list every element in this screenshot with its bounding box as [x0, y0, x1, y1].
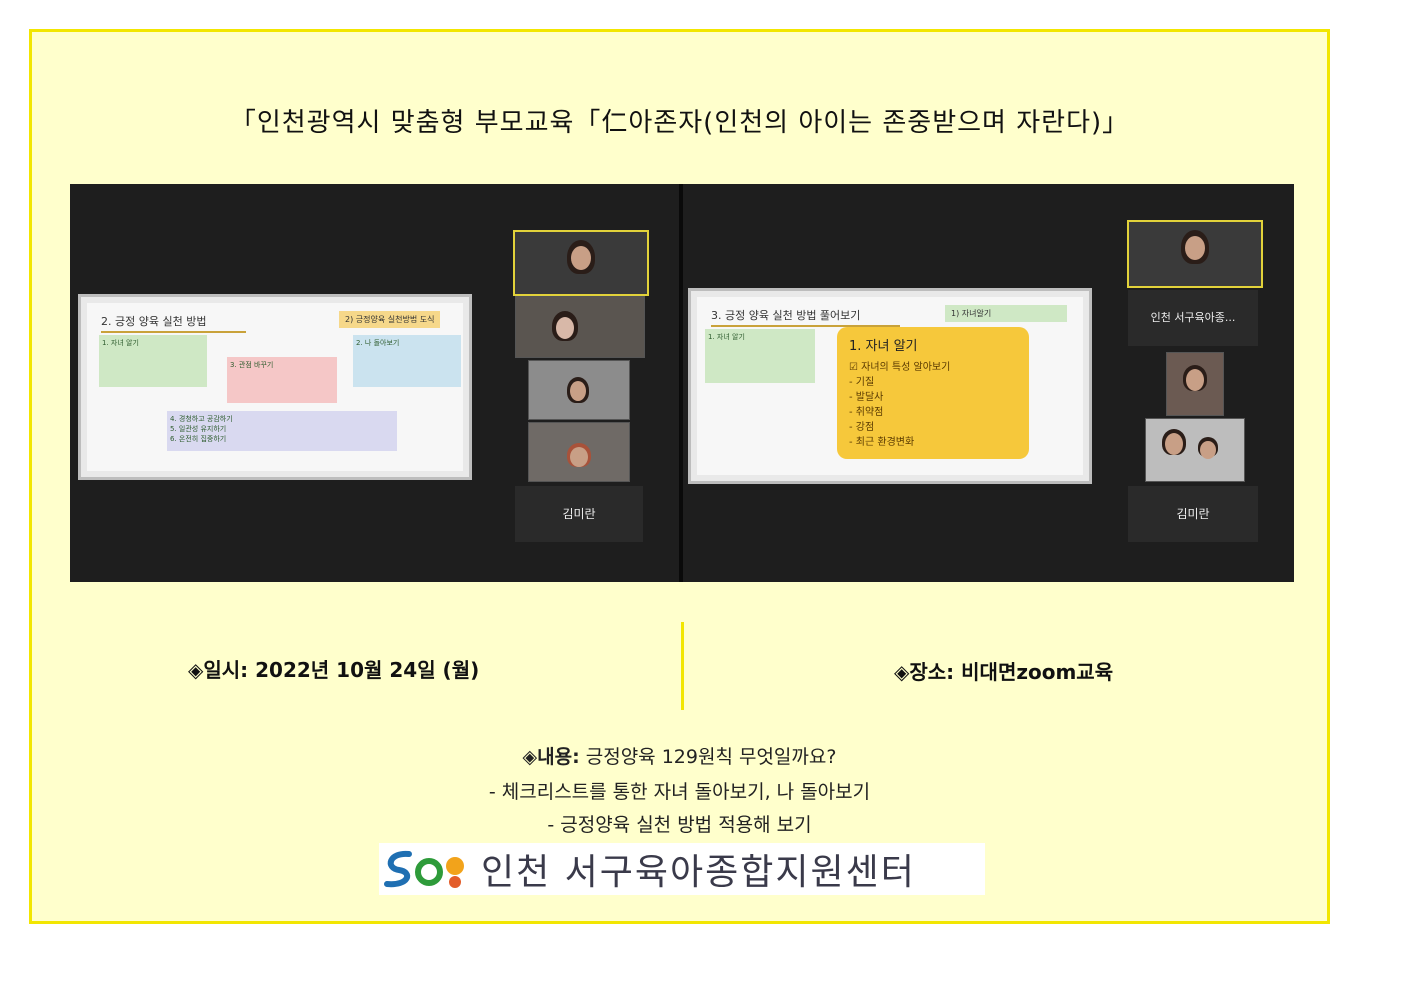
- bubble-item: - 최근 환경변화: [849, 437, 915, 448]
- content-line-1: ◈내용: 긍정양육 129원칙 무엇일까요?: [32, 742, 1327, 769]
- right-participant-thumb-host: [1127, 220, 1263, 288]
- center-logo: 인천 서구육아종합지원센터: [379, 843, 985, 895]
- info-divider: [681, 622, 684, 710]
- poster-frame: 「인천광역시 맞춤형 부모교육「仁아존자(인천의 아이는 존중받으며 자란다)」…: [29, 29, 1330, 924]
- content-text: 긍정양육 129원칙 무엇일까요?: [579, 746, 837, 768]
- left-slide: 2. 긍정 양육 실천 방법 2) 긍정양육 실천방법 도식 1. 자녀 알기 …: [78, 294, 472, 480]
- content-line-3: - 긍정양육 실천 방법 적용해 보기: [547, 814, 812, 836]
- right-callout-bubble: 1. 자녀 알기 ☑ 자녀의 특성 알아보기 - 기질 - 발달사 - 취약점 …: [837, 327, 1029, 459]
- date-label: ◈일시: 2022년 10월 24일 (월): [188, 658, 480, 682]
- content-line-2: - 체크리스트를 통한 자녀 돌아보기, 나 돌아보기: [488, 781, 871, 803]
- content-label: ◈내용:: [522, 746, 580, 768]
- participant-thumb-2: [515, 296, 645, 358]
- left-box-1: 1. 자녀 알기: [99, 335, 207, 387]
- left-box-4: 4. 경청하고 공감하기 5. 일관성 유지하기 6. 온전히 집중하기: [167, 411, 397, 451]
- right-participant-name: 김미란: [1128, 486, 1258, 542]
- bubble-item: - 발달사: [849, 392, 884, 403]
- logo-text: 인천 서구육아종합지원센터: [481, 852, 916, 893]
- participant-thumb-4: [528, 422, 630, 482]
- bubble-item: - 강점: [849, 422, 875, 433]
- right-participant-thumb-3: [1145, 418, 1245, 482]
- right-slide-title: 3. 긍정 양육 실천 방법 풀어보기: [711, 307, 901, 327]
- bubble-item: - 기질: [849, 377, 875, 388]
- left-box-3: 3. 관점 바꾸기: [227, 357, 337, 403]
- bubble-check: ☑ 자녀의 특성 알아보기: [849, 362, 951, 373]
- photo-divider: [679, 184, 683, 582]
- bubble-title: 1. 자녀 알기: [849, 339, 918, 354]
- right-slide: 3. 긍정 양육 실천 방법 풀어보기 1) 자녀알기 1. 자녀 알기 1. …: [688, 288, 1092, 484]
- participant-thumb-3: [528, 360, 630, 420]
- page-title: 「인천광역시 맞춤형 부모교육「仁아존자(인천의 아이는 존중받으며 자란다)」: [229, 108, 1130, 138]
- right-center-label: 인천 서구육아종...: [1128, 290, 1258, 346]
- left-slide-tag: 2) 긍정양육 실천방법 도식: [339, 311, 441, 328]
- left-participant-name: 김미란: [515, 486, 643, 542]
- bubble-item: - 취약점: [849, 407, 884, 418]
- participant-thumb-host: [513, 230, 649, 296]
- place-label: ◈장소: 비대면zoom교육: [894, 660, 1114, 684]
- zoom-screenshot-photo: 2. 긍정 양육 실천 방법 2) 긍정양육 실천방법 도식 1. 자녀 알기 …: [70, 184, 1294, 582]
- right-slide-tag: 1) 자녀알기: [945, 305, 1067, 322]
- right-box-1: 1. 자녀 알기: [705, 329, 815, 383]
- left-slide-title: 2. 긍정 양육 실천 방법: [101, 313, 247, 333]
- right-participant-thumb-2: [1166, 352, 1224, 416]
- left-box-2: 2. 나 돌아보기: [353, 335, 461, 387]
- logo-mark-icon: [384, 850, 464, 888]
